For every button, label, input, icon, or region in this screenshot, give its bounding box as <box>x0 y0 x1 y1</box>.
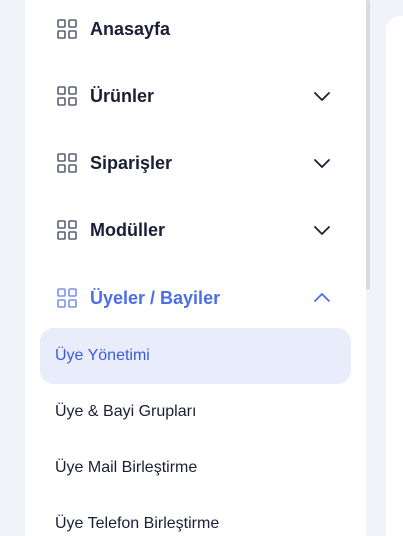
sidebar-item-label: Anasayfa <box>90 18 171 39</box>
submenu-item-label: Üye Yönetimi <box>55 347 150 364</box>
chevron-down-icon[interactable] <box>312 86 332 106</box>
submenu-item-label: Üye Mail Birleştirme <box>55 459 198 476</box>
sidebar-item-label: Üyeler / Bayiler <box>90 287 221 308</box>
sidebar-item-anasayfa[interactable]: Anasayfa <box>25 1 368 57</box>
content-card <box>386 16 403 536</box>
sidebar-item-uyeler-bayiler[interactable]: Üyeler / Bayiler <box>25 270 368 326</box>
sidebar-item-urunler[interactable]: Ürünler <box>25 68 368 124</box>
submenu-item-uye-mail-birlestirme[interactable]: Üye Mail Birleştirme <box>40 440 351 496</box>
submenu-item-label: Üye Telefon Birleştirme <box>55 515 220 532</box>
submenu-item-uye-telefon-birlestirme[interactable]: Üye Telefon Birleştirme <box>40 496 351 536</box>
chevron-down-icon[interactable] <box>312 220 332 240</box>
grid-icon <box>57 153 77 173</box>
sidebar-item-label: Ürünler <box>90 85 155 106</box>
sidebar-item-siparisler[interactable]: Siparişler <box>25 135 368 191</box>
sidebar-item-moduller[interactable]: Modüller <box>25 202 368 258</box>
grid-icon <box>57 19 77 39</box>
chevron-up-icon[interactable] <box>312 288 332 308</box>
grid-icon <box>57 86 77 106</box>
submenu-item-uye-yonetimi[interactable]: Üye Yönetimi <box>40 328 351 384</box>
grid-icon <box>57 220 77 240</box>
chevron-down-icon[interactable] <box>312 153 332 173</box>
submenu-item-label: Üye & Bayi Grupları <box>55 403 197 420</box>
grid-icon <box>57 288 77 308</box>
sidebar-item-label: Modüller <box>90 219 165 240</box>
submenu-item-uye-bayi-gruplari[interactable]: Üye & Bayi Grupları <box>40 384 351 440</box>
sidebar-item-label: Siparişler <box>90 152 173 173</box>
